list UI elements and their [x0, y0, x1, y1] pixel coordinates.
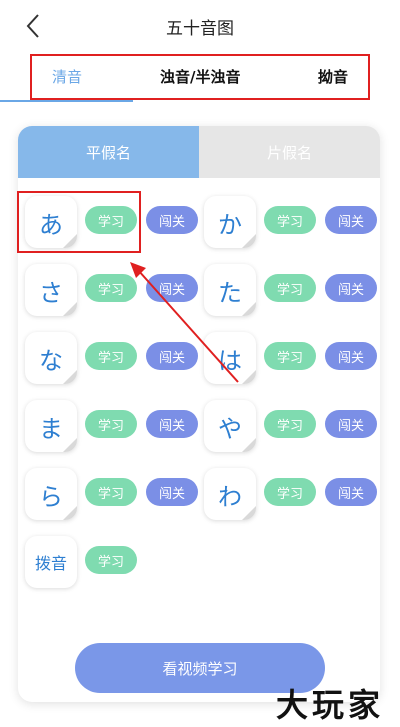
kana-char: な [39, 346, 63, 375]
kana-a[interactable]: あ [25, 196, 77, 248]
kana-char: 拨音 [34, 554, 67, 573]
study-button[interactable]: 学习 [85, 410, 137, 438]
kana-char: さ [39, 278, 63, 307]
kana-na[interactable]: な [25, 332, 77, 384]
pass-button[interactable]: 闯关 [325, 206, 377, 234]
kana-char: あ [39, 210, 63, 239]
pass-button[interactable]: 闯关 [146, 274, 198, 302]
pass-button[interactable]: 闯关 [146, 410, 198, 438]
pass-button[interactable]: 闯关 [325, 342, 377, 370]
corner-fold-icon [63, 302, 77, 316]
corner-fold-icon [63, 438, 77, 452]
corner-fold-icon [63, 506, 77, 520]
segment-katakana[interactable]: 片假名 [199, 126, 380, 178]
pass-button[interactable]: 闯关 [325, 274, 377, 302]
study-button[interactable]: 学习 [85, 478, 137, 506]
kana-char: ま [39, 414, 63, 443]
corner-fold-icon [242, 302, 256, 316]
study-button[interactable]: 学习 [85, 342, 137, 370]
kana-char: ら [39, 482, 63, 511]
kana-ka[interactable]: か [204, 196, 256, 248]
kana-n[interactable]: 拨音 [25, 536, 77, 588]
corner-fold-icon [63, 234, 77, 248]
study-button[interactable]: 学习 [85, 206, 137, 234]
tab-qingyin[interactable]: 清音 [52, 66, 82, 87]
corner-fold-icon [242, 438, 256, 452]
top-tabs: 清音 浊音/半浊音 拗音 [0, 52, 400, 104]
pass-button[interactable]: 闯关 [325, 410, 377, 438]
kana-char: や [218, 414, 242, 443]
segment-hiragana[interactable]: 平假名 [18, 126, 199, 178]
page-title: 五十音图 [166, 19, 234, 39]
tab-zhuoyin[interactable]: 浊音/半浊音 [160, 66, 240, 87]
pass-button[interactable]: 闯关 [146, 206, 198, 234]
corner-fold-icon [242, 370, 256, 384]
study-button[interactable]: 学习 [264, 206, 316, 234]
corner-fold-icon [242, 234, 256, 248]
corner-fold-icon [63, 370, 77, 384]
active-tab-underline [0, 100, 133, 102]
study-button[interactable]: 学习 [264, 274, 316, 302]
study-button[interactable]: 学习 [264, 410, 316, 438]
kana-ra[interactable]: ら [25, 468, 77, 520]
kana-char: た [218, 278, 242, 307]
study-button[interactable]: 学习 [85, 274, 137, 302]
pass-button[interactable]: 闯关 [146, 342, 198, 370]
kana-sa[interactable]: さ [25, 264, 77, 316]
kana-char: わ [218, 482, 242, 511]
kana-ya[interactable]: や [204, 400, 256, 452]
study-button[interactable]: 学习 [85, 546, 137, 574]
study-button[interactable]: 学习 [264, 478, 316, 506]
header: 五十音图 [0, 0, 400, 52]
study-button[interactable]: 学习 [264, 342, 316, 370]
kana-wa[interactable]: わ [204, 468, 256, 520]
kana-char: か [218, 210, 242, 239]
kana-card: 平假名 片假名 あ 学习 闯关 か 学习 闯关 さ 学习 闯关 た 学习 闯关 … [18, 126, 380, 702]
pass-button[interactable]: 闯关 [325, 478, 377, 506]
pass-button[interactable]: 闯关 [146, 478, 198, 506]
corner-fold-icon [242, 506, 256, 520]
kana-ha[interactable]: は [204, 332, 256, 384]
kana-ma[interactable]: ま [25, 400, 77, 452]
tab-aoyin[interactable]: 拗音 [318, 66, 348, 87]
kana-char: は [218, 346, 242, 375]
watermark-logo: 大玩家 [276, 686, 385, 724]
kana-ta[interactable]: た [204, 264, 256, 316]
